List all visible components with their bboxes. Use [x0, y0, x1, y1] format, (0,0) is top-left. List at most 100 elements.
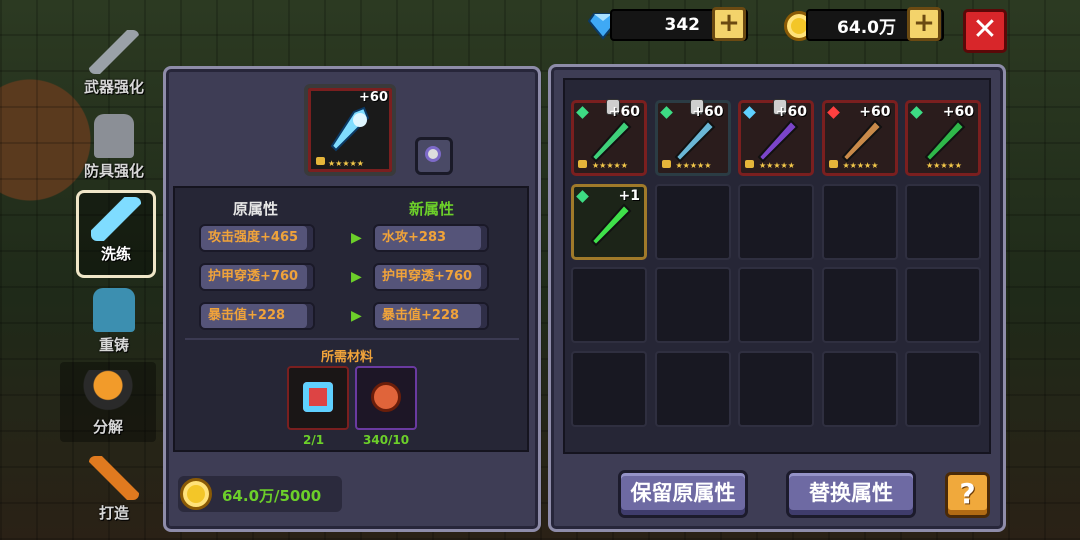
- empty-slot[interactable]: [821, 183, 898, 260]
- empty-slot[interactable]: [821, 350, 898, 427]
- torch-spear-icon: [839, 117, 885, 163]
- empty-slot[interactable]: [571, 350, 647, 427]
- star-rating: ★★★★★: [675, 161, 712, 170]
- rarity-gem-icon: [659, 106, 673, 119]
- item-level: +60: [775, 104, 807, 120]
- item-level: +60: [359, 90, 388, 105]
- ice-sword-material-icon: [303, 382, 333, 412]
- material-slot-1[interactable]: [287, 366, 349, 430]
- sidebar-item-label: 洗练: [100, 245, 131, 263]
- sidebar-item-label: 防具强化: [83, 162, 144, 180]
- attribute-box: 原属性 新属性 攻击强度+465 ▶ 水攻+283 护甲穿透+760 ▶ 护甲穿…: [173, 186, 529, 452]
- emerald-staff-icon: [922, 117, 968, 163]
- sidebar-item-armor-upgrade[interactable]: 防具强化: [72, 114, 156, 181]
- sidebar-item-reforge[interactable]: 重铸: [72, 288, 156, 355]
- replace-attributes-button[interactable]: 替换属性: [786, 470, 916, 518]
- rarity-gem-icon: [826, 106, 840, 119]
- rarity-gem-icon: [910, 106, 923, 119]
- old-attr-1: 攻击强度+465: [199, 224, 315, 252]
- arrow-icon: ▶: [351, 308, 362, 324]
- star-rating: ★★★★★: [842, 161, 879, 170]
- star-rating: ★★★★★: [328, 159, 364, 168]
- empty-slot[interactable]: [905, 183, 981, 260]
- lock-icon: [578, 160, 587, 168]
- lock-icon: [828, 160, 838, 168]
- empty-slot[interactable]: [571, 267, 647, 343]
- old-attributes-header: 原属性: [233, 200, 279, 218]
- empty-slot[interactable]: [654, 350, 731, 427]
- lock-icon: [745, 160, 754, 168]
- sidebar-item-label: 打造: [98, 504, 129, 522]
- materials-title: 所需材料: [321, 350, 374, 365]
- inventory-item[interactable]: +60 ★★★★★: [571, 99, 647, 176]
- empty-slot[interactable]: [738, 267, 814, 343]
- sidebar-item-refine[interactable]: 洗练: [76, 190, 156, 278]
- magnifier-icon: [425, 146, 441, 162]
- purple-sword-icon: [755, 117, 801, 163]
- empty-slot[interactable]: [654, 183, 731, 260]
- sidebar-item-dismantle[interactable]: 分解: [60, 362, 156, 442]
- divider: [185, 338, 519, 340]
- sidebar-item-label: 重铸: [98, 336, 129, 354]
- ice-sword-icon: [324, 102, 376, 154]
- empty-slot[interactable]: [821, 267, 898, 343]
- arrow-icon: ▶: [351, 269, 362, 285]
- gold-cost: 64.0万/5000: [222, 487, 322, 505]
- armor-icon: [94, 114, 134, 158]
- material-count-2: 340/10: [363, 433, 410, 447]
- empty-slot[interactable]: [905, 350, 981, 427]
- help-button[interactable]: ?: [945, 472, 990, 518]
- add-gold-button[interactable]: +: [907, 7, 941, 41]
- old-attr-2: 护甲穿透+760: [199, 263, 315, 291]
- inventory-item[interactable]: +60 ★★★★★: [738, 99, 814, 176]
- sidebar-item-label: 武器强化: [83, 78, 144, 96]
- new-attr-2: 护甲穿透+760: [373, 263, 489, 291]
- sidebar-item-weapon-upgrade[interactable]: 武器强化: [72, 30, 156, 97]
- gold-coin-icon: [180, 478, 212, 510]
- item-level: +60: [942, 104, 974, 120]
- material-slot-2[interactable]: [355, 366, 417, 430]
- green-blaster-icon: [588, 201, 634, 247]
- reforge-armor-icon: [93, 288, 135, 332]
- inspect-button[interactable]: [415, 137, 453, 175]
- sword-icon: [89, 30, 139, 74]
- cauldron-icon: [83, 370, 133, 414]
- new-attr-3: 暴击值+228: [373, 302, 489, 330]
- rarity-gem-icon: [743, 106, 756, 119]
- crystal-sword-icon: [91, 197, 141, 241]
- empty-slot[interactable]: [654, 267, 731, 343]
- refine-stone-icon: [371, 382, 401, 412]
- forge-hammer-icon: [89, 456, 139, 500]
- empty-slot[interactable]: [738, 350, 814, 427]
- old-attr-3: 暴击值+228: [199, 302, 315, 330]
- item-level: +60: [692, 104, 724, 120]
- gold-cost-box: 64.0万/5000: [178, 476, 342, 512]
- star-rating: ★★★★★: [592, 161, 628, 170]
- lock-icon: [316, 157, 325, 165]
- inventory-item[interactable]: +1: [571, 183, 647, 260]
- empty-slot[interactable]: [905, 267, 981, 343]
- lock-icon: [661, 160, 671, 168]
- rarity-gem-icon: [576, 106, 589, 119]
- material-count-1: 2/1: [303, 433, 325, 447]
- item-level: +60: [859, 104, 891, 120]
- arrow-icon: ▶: [351, 230, 362, 246]
- ice-axe-icon: [672, 117, 718, 163]
- star-rating: ★★★★★: [759, 161, 795, 170]
- sidebar-item-forge[interactable]: 打造: [72, 456, 156, 523]
- new-attr-1: 水攻+283: [373, 224, 489, 252]
- inventory-item[interactable]: +60 ★★★★★: [905, 100, 981, 176]
- add-gems-button[interactable]: +: [712, 7, 746, 41]
- close-button[interactable]: ✕: [963, 9, 1007, 53]
- empty-slot[interactable]: [738, 183, 814, 260]
- inventory-item[interactable]: +60 ★★★★★: [821, 100, 898, 176]
- sidebar-item-label: 分解: [92, 418, 123, 436]
- selected-item-slot[interactable]: +60 ★★★★★: [304, 84, 396, 176]
- inventory-item[interactable]: +60 ★★★★★: [654, 99, 731, 176]
- keep-attributes-button[interactable]: 保留原属性: [618, 470, 748, 518]
- item-level: +60: [608, 104, 640, 120]
- green-blade-icon: [588, 117, 634, 163]
- star-rating: ★★★★★: [926, 161, 962, 170]
- new-attributes-header: 新属性: [409, 200, 455, 218]
- rarity-gem-icon: [576, 189, 589, 203]
